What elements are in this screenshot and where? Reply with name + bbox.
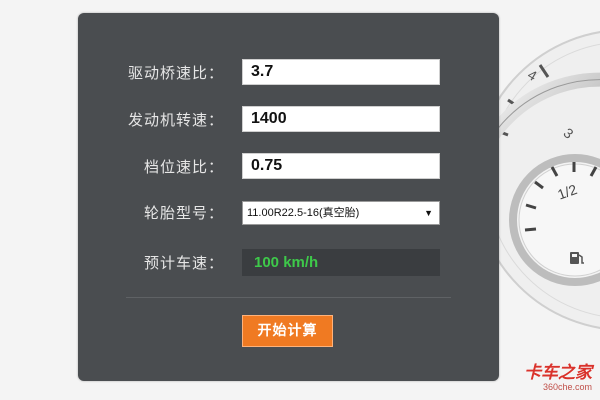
tire-model-label: 轮胎型号： — [143, 204, 224, 222]
estimated-speed-row: 预计车速： 100 km/h — [78, 248, 499, 278]
estimated-speed-result: 100 km/h — [242, 249, 440, 276]
start-calculate-button[interactable]: 开始计算 — [242, 315, 333, 347]
gear-ratio-input[interactable] — [242, 153, 440, 179]
axle-ratio-input[interactable] — [242, 59, 440, 85]
form-divider — [126, 297, 451, 298]
tire-model-select[interactable]: 11.00R22.5-16(真空胎) ▼ — [242, 201, 440, 225]
tire-model-row: 轮胎型号： 11.00R22.5-16(真空胎) ▼ — [78, 198, 499, 228]
estimated-speed-label: 预计车速： — [143, 254, 224, 272]
engine-speed-input[interactable] — [242, 106, 440, 132]
truck-speed-calculator-page: 1/2 4 3 驱动桥速比： 发动机转速： 档位速比： 轮胎型号： 11.00R… — [0, 0, 600, 400]
axle-ratio-label: 驱动桥速比： — [127, 64, 224, 82]
engine-speed-row: 发动机转速： — [78, 105, 499, 135]
watermark-brand-en: 360che.com — [542, 382, 592, 392]
tire-model-selected-value: 11.00R22.5-16(真空胎) — [247, 207, 360, 219]
watermark-brand-cn: 卡车之家 — [524, 363, 592, 383]
dropdown-arrow-icon[interactable]: ▼ — [424, 202, 433, 224]
calculator-panel: 驱动桥速比： 发动机转速： 档位速比： 轮胎型号： 11.00R22.5-16(… — [78, 13, 499, 381]
axle-ratio-row: 驱动桥速比： — [78, 58, 499, 88]
gear-ratio-row: 档位速比： — [78, 152, 499, 182]
site-watermark: 卡车之家 360che.com — [524, 364, 592, 392]
engine-speed-label: 发动机转速： — [127, 111, 224, 129]
gear-ratio-label: 档位速比： — [143, 158, 224, 176]
